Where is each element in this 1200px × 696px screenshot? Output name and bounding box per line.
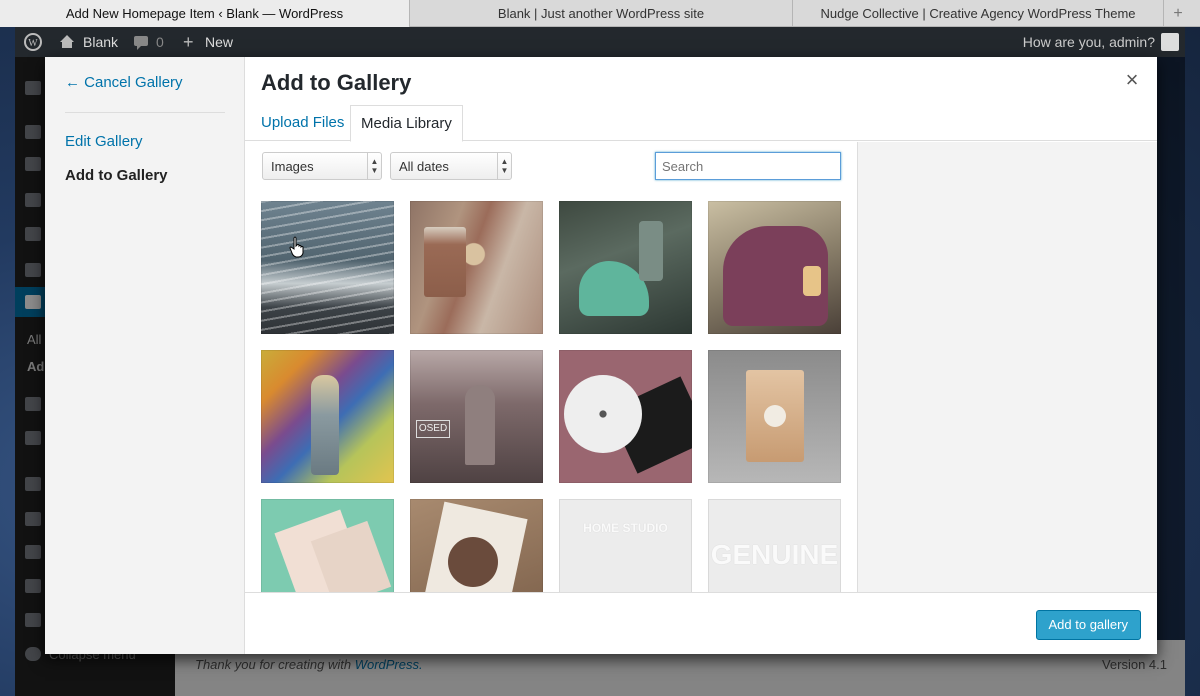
cd-disc-shape <box>564 375 642 453</box>
modal-toolbar: Add to gallery <box>245 592 1157 654</box>
search-input[interactable] <box>655 152 841 180</box>
browser-tab-strip: Add New Homepage Item ‹ Blank — WordPres… <box>0 0 1200 27</box>
cancel-gallery-link[interactable]: ← Cancel Gallery <box>65 74 183 91</box>
machine-shape <box>465 385 495 465</box>
genuine-text: GENUINE <box>710 539 839 570</box>
browser-tab-blank-site[interactable]: Blank | Just another WordPress site <box>410 0 793 27</box>
media-modal: ← Cancel Gallery Edit Gallery Add to Gal… <box>45 57 1157 654</box>
chevron-updown-icon: ▲ ▼ <box>367 153 381 179</box>
modal-menu: ← Cancel Gallery Edit Gallery Add to Gal… <box>45 57 245 654</box>
attachments-browser: Images ▲ ▼ All dates ▲ ▼ Search OSED HOM… <box>245 142 857 592</box>
media-item-cd-packaging[interactable] <box>559 350 692 483</box>
menu-separator <box>65 112 225 113</box>
avatar[interactable] <box>1161 33 1179 51</box>
media-router: Upload Files Media Library <box>245 105 1157 142</box>
hand-cursor-icon <box>289 236 304 258</box>
date-filter[interactable]: All dates ▲ ▼ <box>390 152 512 180</box>
new-content-link[interactable]: New <box>205 27 233 57</box>
add-to-gallery-button[interactable]: Add to gallery <box>1035 610 1141 640</box>
comments-icon[interactable] <box>133 27 149 57</box>
media-item-purple-scooter[interactable] <box>708 201 841 334</box>
media-item-green-scooter[interactable] <box>559 201 692 334</box>
browser-tab-nudge-collective[interactable]: Nudge Collective | Creative Agency WordP… <box>793 0 1164 27</box>
new-tab-button[interactable]: + <box>1164 0 1192 26</box>
media-item-el-gorcho-label[interactable] <box>410 499 543 592</box>
media-item-graffiti-person[interactable] <box>261 350 394 483</box>
media-item-ocean-waves[interactable] <box>261 201 394 334</box>
media-item-closed-shop-window[interactable]: OSED <box>410 350 543 483</box>
date-filter-value: All dates <box>399 159 449 174</box>
media-item-coffee-bag[interactable] <box>708 350 841 483</box>
media-item-home-studio-logo[interactable]: HOME STUDIO <box>559 499 692 592</box>
wordpress-logo-icon[interactable]: W <box>23 27 43 57</box>
comments-count[interactable]: 0 <box>156 27 164 57</box>
admin-greeting[interactable]: How are you, admin? <box>1023 27 1155 57</box>
attachment-details-sidebar <box>857 142 1157 592</box>
person-shape <box>311 375 339 475</box>
coffee-cup-shape <box>424 227 466 297</box>
close-icon[interactable]: × <box>1119 67 1145 93</box>
edit-gallery-link[interactable]: Edit Gallery <box>65 133 143 150</box>
site-name-link[interactable]: Blank <box>83 27 118 57</box>
media-item-coffee-cookies[interactable] <box>410 201 543 334</box>
add-to-gallery-menu-item[interactable]: Add to Gallery <box>65 167 168 184</box>
closed-sign-shape: OSED <box>416 420 450 438</box>
svg-text:W: W <box>28 38 38 49</box>
scooter-front-shape <box>639 221 663 281</box>
home-icon[interactable] <box>59 27 75 57</box>
media-item-business-cards[interactable] <box>261 499 394 592</box>
bag-label-shape <box>764 405 786 427</box>
chevron-updown-icon: ▲ ▼ <box>497 153 511 179</box>
modal-title: Add to Gallery <box>261 70 412 95</box>
plus-icon[interactable]: + <box>183 27 194 57</box>
media-type-filter-value: Images <box>271 159 314 174</box>
scooter-light-shape <box>803 266 821 296</box>
label-circle-shape <box>448 537 498 587</box>
tab-upload-files[interactable]: Upload Files <box>251 105 354 141</box>
home-studio-text: HOME STUDIO <box>583 521 668 535</box>
media-type-filter[interactable]: Images ▲ ▼ <box>262 152 382 180</box>
tab-media-library[interactable]: Media Library <box>350 105 463 142</box>
wp-admin-bar: W Blank 0 + New How are you, admin? <box>15 27 1185 57</box>
browser-tab-wp-admin[interactable]: Add New Homepage Item ‹ Blank — WordPres… <box>0 0 410 27</box>
media-item-genuine-brewing-logo[interactable]: GENUINE <box>708 499 841 592</box>
